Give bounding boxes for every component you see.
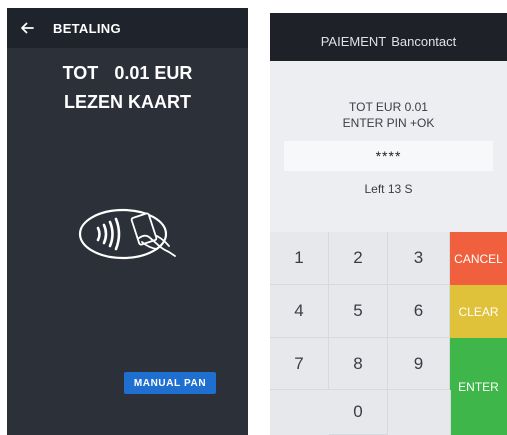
- title-sub: Bancontact: [391, 34, 457, 49]
- title-main: PAIEMENT: [320, 34, 387, 49]
- cancel-button[interactable]: CANCEL: [450, 232, 507, 285]
- amount-line: TOT EUR 0.01: [349, 100, 428, 114]
- key-9[interactable]: 9: [388, 338, 450, 390]
- top-bar: BETALING: [7, 8, 248, 48]
- key-2[interactable]: 2: [329, 232, 388, 285]
- key-8[interactable]: 8: [329, 338, 388, 390]
- payment-screen-left: BETALING TOT 0.01 EUR LEZEN KAART MANUAL …: [7, 8, 248, 435]
- read-card-instruction: LEZEN KAART: [64, 92, 191, 112]
- pin-instruction: ENTER PIN +OK: [342, 116, 435, 130]
- enter-button[interactable]: ENTER: [450, 338, 507, 435]
- payment-screen-right: PAIEMENT Bancontact TOT EUR 0.01 ENTER PI…: [270, 13, 507, 435]
- timeout-countdown: Left 13 S: [364, 182, 413, 196]
- top-bar: PAIEMENT Bancontact: [270, 13, 507, 61]
- manual-pan-button[interactable]: MANUAL PAN: [124, 372, 216, 394]
- key-5[interactable]: 5: [329, 285, 388, 338]
- key-1[interactable]: 1: [270, 232, 329, 285]
- pin-keypad: 1 2 3 CANCEL 4 5 6 CLEAR 7 8 9 ENTER 0: [270, 232, 507, 435]
- screen-title: PAIEMENT Bancontact: [270, 34, 507, 49]
- key-0[interactable]: 0: [329, 390, 388, 435]
- screen-title: BETALING: [53, 21, 121, 36]
- contactless-card-tap-icon: [78, 208, 176, 260]
- amount-line: TOT 0.01 EUR: [7, 63, 248, 84]
- pin-mask: ****: [375, 148, 402, 164]
- blank-key: [270, 390, 330, 435]
- arrow-left-icon[interactable]: [18, 19, 36, 37]
- key-7[interactable]: 7: [270, 338, 329, 390]
- amount-prefix: TOT: [62, 63, 99, 83]
- amount-value: 0.01 EUR: [114, 63, 193, 83]
- clear-button[interactable]: CLEAR: [450, 285, 507, 338]
- key-3[interactable]: 3: [388, 232, 450, 285]
- pin-entry-field: ****: [284, 141, 493, 171]
- key-6[interactable]: 6: [388, 285, 450, 338]
- key-4[interactable]: 4: [270, 285, 329, 338]
- blank-key: [388, 390, 451, 435]
